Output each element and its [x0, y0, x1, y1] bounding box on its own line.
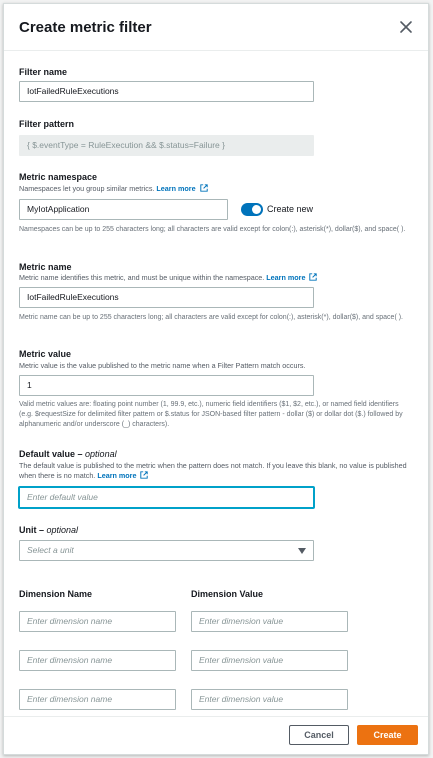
- metric-name-hint: Metric name can be up to 255 characters …: [19, 314, 404, 321]
- create-new-toggle[interactable]: [241, 203, 263, 216]
- dimension-value-header: Dimension Value: [191, 589, 264, 599]
- unit-placeholder: Select a unit: [27, 545, 74, 555]
- metric-namespace-label: Metric namespace: [19, 172, 98, 182]
- metric-name-label: Metric name: [19, 262, 72, 272]
- default-value-placeholder: Enter default value: [27, 492, 98, 502]
- metric-namespace-description: Namespaces let you group similar metrics…: [19, 184, 208, 194]
- dialog-title: Create metric filter: [19, 19, 152, 36]
- metric-namespace-input[interactable]: MyIotApplication: [19, 199, 228, 220]
- create-metric-filter-dialog: Create metric filter Filter name IotFail…: [3, 3, 429, 755]
- metric-namespace-learn-more-link[interactable]: Learn more: [156, 184, 195, 193]
- close-icon: [400, 21, 412, 33]
- default-value-learn-more-link[interactable]: Learn more: [97, 471, 136, 480]
- dimension-name-input-2[interactable]: Enter dimension name: [19, 650, 176, 671]
- close-button[interactable]: [396, 17, 416, 37]
- create-button[interactable]: Create: [357, 725, 418, 745]
- default-value-description: The default value is published to the me…: [19, 461, 407, 480]
- metric-value-hint: Valid metric values are: floating point …: [19, 401, 403, 428]
- filter-name-label: Filter name: [19, 67, 68, 77]
- filter-pattern-label: Filter pattern: [19, 119, 75, 129]
- dimension-name-header: Dimension Name: [19, 589, 93, 599]
- metric-name-learn-more-link[interactable]: Learn more: [266, 273, 305, 282]
- dialog-footer: Cancel Create: [4, 716, 428, 754]
- metric-name-description: Metric name identifies this metric, and …: [19, 273, 318, 283]
- unit-select[interactable]: Select a unit: [19, 540, 314, 561]
- default-value-label: Default value – optional: [19, 449, 117, 459]
- dimension-value-input-1[interactable]: Enter dimension value: [191, 611, 348, 632]
- unit-label: Unit – optional: [19, 525, 79, 535]
- metric-value-input[interactable]: 1: [19, 375, 314, 396]
- dimension-name-input-3[interactable]: Enter dimension name: [19, 689, 176, 710]
- dimension-name-input-1[interactable]: Enter dimension name: [19, 611, 176, 632]
- caret-down-icon: [298, 548, 306, 554]
- default-value-input[interactable]: Enter default value: [19, 487, 314, 508]
- filter-name-input[interactable]: IotFailedRuleExecutions: [19, 81, 314, 102]
- external-link-icon: [140, 471, 149, 479]
- create-new-toggle-label: Create new: [267, 204, 314, 214]
- cancel-button[interactable]: Cancel: [289, 725, 349, 745]
- external-link-icon: [309, 273, 318, 281]
- metric-value-description: Metric value is the value published to t…: [19, 361, 306, 370]
- external-link-icon: [199, 184, 208, 192]
- dialog-header: Create metric filter: [4, 4, 428, 51]
- metric-name-input[interactable]: IotFailedRuleExecutions: [19, 287, 314, 308]
- metric-value-label: Metric value: [19, 349, 72, 359]
- toggle-knob: [252, 205, 261, 214]
- dimension-value-input-3[interactable]: Enter dimension value: [191, 689, 348, 710]
- metric-namespace-hint: Namespaces can be up to 255 characters l…: [19, 226, 406, 233]
- dimension-value-input-2[interactable]: Enter dimension value: [191, 650, 348, 671]
- filter-pattern-input: { $.eventType = RuleExecution && $.statu…: [19, 135, 314, 156]
